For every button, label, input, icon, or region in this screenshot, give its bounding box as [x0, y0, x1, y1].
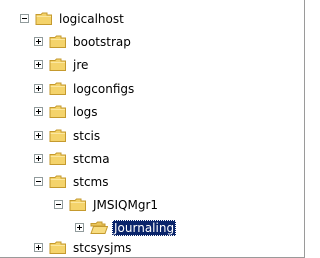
folder-icon — [49, 82, 66, 95]
folder-icon — [49, 35, 66, 48]
collapse-toggle[interactable] — [34, 177, 43, 186]
tree-node-label[interactable]: stcms — [71, 174, 111, 190]
expand-toggle[interactable] — [75, 223, 84, 232]
tree-node-label[interactable]: JMSIQMgr1 — [91, 197, 160, 213]
tree-node-label[interactable]: logicalhost — [57, 11, 126, 27]
tree-node-label[interactable]: stcis — [71, 128, 102, 144]
expand-toggle[interactable] — [34, 131, 43, 140]
expand-toggle[interactable] — [34, 243, 43, 252]
tree-node-label[interactable]: stcsysjms — [71, 240, 133, 256]
folder-icon — [49, 175, 66, 188]
collapse-toggle[interactable] — [20, 14, 29, 23]
open-folder-icon — [90, 221, 108, 234]
folder-icon — [49, 58, 66, 71]
expand-toggle[interactable] — [34, 154, 43, 163]
expand-toggle[interactable] — [34, 84, 43, 93]
tree-node-label[interactable]: jre — [71, 57, 90, 73]
folder-icon — [35, 12, 52, 25]
tree-node-label[interactable]: bootstrap — [71, 34, 133, 50]
folder-icon — [49, 241, 66, 254]
tree-node-label[interactable]: logconfigs — [71, 81, 136, 97]
collapse-toggle[interactable] — [54, 200, 63, 209]
folder-icon — [49, 152, 66, 165]
tree-node-label[interactable]: stcma — [71, 151, 112, 167]
folder-tree-view[interactable]: logicalhost bootstrap jre logconfigs log — [0, 0, 305, 258]
tree-node-label-selected[interactable]: Journaling — [112, 220, 177, 236]
folder-icon — [49, 105, 66, 118]
expand-toggle[interactable] — [34, 60, 43, 69]
folder-icon — [69, 198, 86, 211]
expand-toggle[interactable] — [34, 37, 43, 46]
expand-toggle[interactable] — [34, 107, 43, 116]
folder-icon — [49, 129, 66, 142]
tree-node-label[interactable]: logs — [71, 104, 100, 120]
